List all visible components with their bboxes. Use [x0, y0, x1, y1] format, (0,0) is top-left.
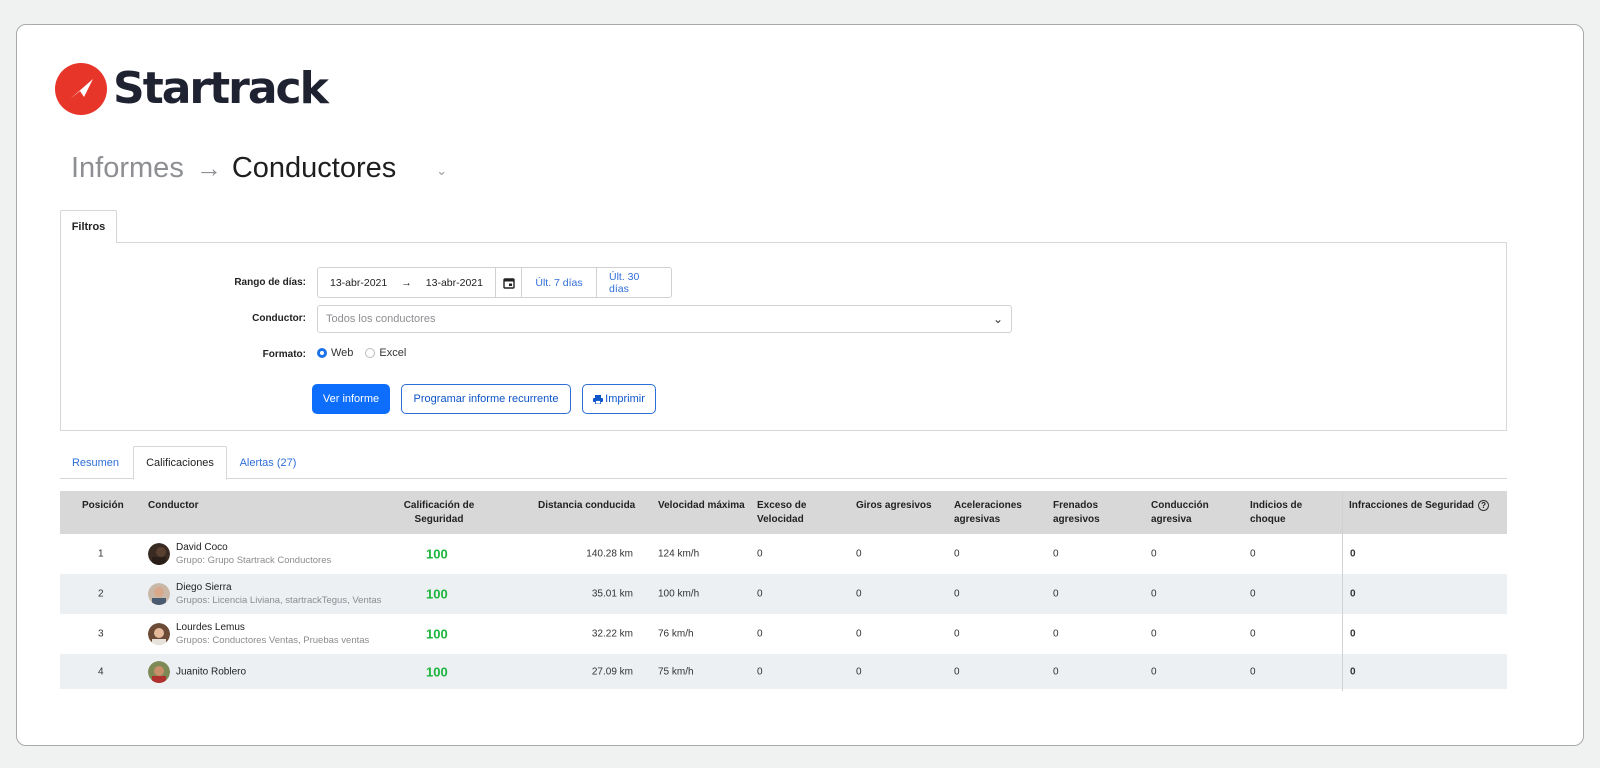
header-infracciones[interactable]: Infracciones de Seguridad?: [1349, 499, 1490, 513]
driver-cell[interactable]: David Coco Grupo: Grupo Startrack Conduc…: [176, 542, 331, 566]
header-conduccion[interactable]: Conducción agresiva: [1151, 499, 1209, 527]
safety-score: 100: [426, 546, 448, 562]
header-distancia[interactable]: Distancia conducida: [538, 499, 635, 513]
header-aceleraciones[interactable]: Aceleraciones agresivas: [954, 499, 1022, 527]
report-card: Startrack Informes → Conductores ⌄ Filtr…: [16, 24, 1584, 746]
driver-select-value: Todos los conductores: [326, 313, 436, 325]
date-to[interactable]: 13-abr-2021: [426, 277, 483, 289]
driver-cell[interactable]: Diego Sierra Grupos: Licencia Liviana, s…: [176, 582, 381, 606]
driver-name[interactable]: Diego Sierra: [176, 582, 381, 593]
driver-label: Conductor:: [252, 313, 306, 324]
quick-30-days-button[interactable]: Últ. 30 días: [596, 268, 671, 297]
radio-checked-icon[interactable]: [317, 348, 327, 358]
tab-alertas[interactable]: Alertas (27): [227, 446, 309, 480]
driver-group: Grupos: Conductores Ventas, Pruebas vent…: [176, 635, 370, 646]
view-report-button[interactable]: Ver informe: [312, 384, 390, 414]
header-velocidad[interactable]: Velocidad máxima: [658, 499, 745, 513]
table-row[interactable]: 3 Lourdes Lemus Grupos: Conductores Vent…: [60, 614, 1507, 654]
breadcrumb-parent[interactable]: Informes: [71, 150, 184, 186]
driver-cell[interactable]: Juanito Roblero: [176, 666, 246, 677]
header-posicion[interactable]: Posición: [82, 499, 124, 513]
date-range-picker[interactable]: 13-abr-2021 → 13-abr-2021 Últ. 7 días Úl…: [317, 267, 672, 298]
format-web-option[interactable]: Web: [317, 347, 353, 359]
tab-resumen[interactable]: Resumen: [60, 446, 131, 480]
date-range-label: Rango de días:: [234, 277, 306, 288]
header-calificacion[interactable]: Calificación de Seguridad: [403, 499, 475, 527]
header-indicios[interactable]: Indicios de choque: [1250, 499, 1302, 527]
tab-filtros[interactable]: Filtros: [60, 210, 117, 243]
format-label: Formato:: [262, 349, 306, 360]
table-row[interactable]: 4 Juanito Roblero 100 27.09 km 75 km/h 0…: [60, 654, 1507, 689]
filter-panel: Rango de días: 13-abr-2021 → 13-abr-2021…: [60, 242, 1507, 431]
format-excel-option[interactable]: Excel: [365, 347, 406, 359]
driver-name[interactable]: David Coco: [176, 542, 331, 553]
page-title: Conductores: [231, 152, 397, 184]
date-from[interactable]: 13-abr-2021: [330, 277, 387, 289]
calendar-icon[interactable]: [495, 268, 521, 297]
breadcrumb: Informes → Conductores ⌄: [71, 147, 447, 189]
safety-score: 100: [426, 586, 448, 602]
report-tabs: Resumen Calificaciones Alertas (27): [60, 446, 1507, 480]
schedule-report-button[interactable]: Programar informe recurrente: [401, 384, 571, 414]
safety-score: 100: [426, 664, 448, 679]
driver-group: Grupo: Grupo Startrack Conductores: [176, 555, 332, 566]
radio-unchecked-icon[interactable]: [365, 348, 376, 358]
safety-score: 100: [426, 626, 448, 642]
header-frenados[interactable]: Frenados agresivos: [1053, 499, 1100, 527]
printer-icon: [593, 394, 604, 404]
startrack-logo-icon: [55, 63, 107, 115]
driver-name[interactable]: Lourdes Lemus: [176, 622, 369, 633]
arrow-right-icon: →: [401, 276, 412, 289]
table-header: Posición Conductor Calificación de Segur…: [60, 491, 1507, 534]
avatar: [148, 583, 170, 605]
driver-name[interactable]: Juanito Roblero: [176, 666, 246, 677]
table-row[interactable]: 1 David Coco Grupo: Grupo Startrack Cond…: [60, 534, 1507, 574]
tab-calificaciones[interactable]: Calificaciones: [133, 446, 227, 480]
chevron-down-icon: ⌄: [992, 312, 1003, 326]
brand-name: Startrack: [113, 63, 329, 114]
header-conductor[interactable]: Conductor: [148, 499, 199, 513]
chevron-down-icon[interactable]: ⌄: [436, 153, 447, 189]
table-row[interactable]: 2 Diego Sierra Grupos: Licencia Liviana,…: [60, 574, 1507, 614]
format-radio-group: Web Excel: [317, 347, 418, 359]
print-button[interactable]: Imprimir: [582, 384, 656, 414]
driver-cell[interactable]: Lourdes Lemus Grupos: Conductores Ventas…: [176, 622, 369, 646]
drivers-table: Posición Conductor Calificación de Segur…: [60, 491, 1507, 691]
avatar: [148, 660, 170, 683]
arrow-right-icon: →: [195, 153, 222, 183]
header-exceso[interactable]: Exceso de Velocidad: [757, 499, 806, 527]
brand-logo[interactable]: Startrack: [55, 63, 329, 115]
driver-select[interactable]: Todos los conductores ⌄: [317, 305, 1012, 333]
help-icon[interactable]: ?: [1478, 499, 1490, 511]
avatar: [148, 623, 170, 645]
quick-7-days-button[interactable]: Últ. 7 días: [521, 268, 596, 297]
driver-group: Grupos: Licencia Liviana, startrackTegus…: [176, 595, 382, 606]
column-divider: [1342, 491, 1343, 691]
avatar: [148, 543, 170, 565]
date-inputs[interactable]: 13-abr-2021 → 13-abr-2021: [318, 268, 495, 297]
header-giros[interactable]: Giros agresivos: [856, 499, 932, 513]
